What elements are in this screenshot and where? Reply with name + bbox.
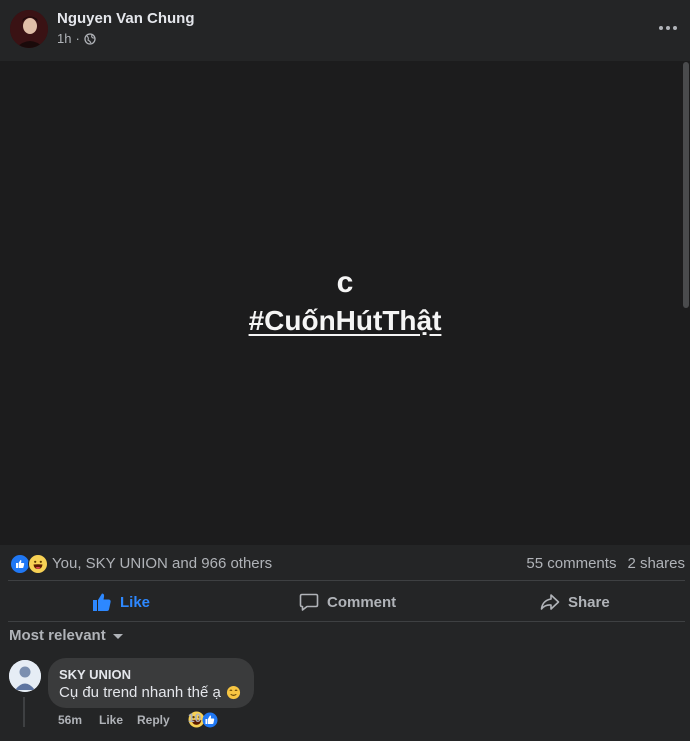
divider-top: [8, 580, 685, 581]
more-icon: [659, 26, 663, 30]
smile-emoji-icon: [226, 685, 240, 700]
post-content: c #CuốnHútThật: [0, 61, 690, 545]
comment-author[interactable]: SKY UNION: [59, 667, 131, 682]
author-avatar[interactable]: [10, 10, 48, 48]
comment-label: Comment: [327, 593, 397, 611]
comment-sort-dropdown[interactable]: Most relevant: [9, 627, 124, 644]
comment-reactions[interactable]: 10: [188, 711, 218, 728]
more-options-button[interactable]: [656, 18, 680, 38]
commenter-avatar[interactable]: [9, 660, 41, 692]
comment-bubble: SKY UNION Cụ đu trend nhanh thế ạ: [48, 658, 254, 708]
caret-down-icon: [112, 633, 123, 639]
shares-count[interactable]: 2 shares: [627, 555, 685, 572]
comment-reply-button[interactable]: Reply: [137, 713, 170, 727]
share-button[interactable]: Share: [540, 583, 610, 621]
comment-time[interactable]: 56m: [58, 713, 82, 727]
reaction-icons[interactable]: [10, 554, 48, 574]
post-header: Nguyen Van Chung 1h ·: [0, 0, 690, 60]
comment-icon: [299, 593, 319, 611]
thumbs-up-icon: [93, 593, 111, 611]
reactions-summary[interactable]: You, SKY UNION and 966 others: [52, 555, 272, 572]
comment-like-button[interactable]: Like: [99, 713, 123, 727]
post-body-text: c: [336, 266, 354, 299]
post-meta: 1h ·: [57, 31, 96, 46]
comment-text: Cụ đu trend nhanh thế ạ: [59, 684, 221, 701]
comment-reaction-count: 10: [188, 711, 202, 725]
scrollbar[interactable]: [683, 62, 689, 308]
share-label: Share: [568, 593, 610, 611]
comment-thread-line: [23, 697, 25, 727]
like-button[interactable]: Like: [92, 583, 150, 621]
post-actions: Like Comment Share: [8, 583, 685, 621]
meta-separator: ·: [75, 31, 80, 46]
globe-icon: [84, 32, 96, 45]
like-reaction-icon: [10, 554, 30, 574]
post-hashtag[interactable]: #CuốnHútThật: [0, 305, 690, 337]
stats-counts: 55 comments 2 shares: [526, 555, 685, 572]
share-icon: [540, 594, 560, 610]
comment-button[interactable]: Comment: [299, 583, 396, 621]
haha-reaction-icon: [28, 554, 48, 574]
like-label: Like: [120, 593, 151, 611]
commenter-avatar-image: [9, 660, 41, 692]
author-name[interactable]: Nguyen Van Chung: [57, 10, 195, 27]
divider-bottom: [8, 621, 685, 622]
comment-text-row: Cụ đu trend nhanh thế ạ: [59, 684, 241, 701]
like-reaction-icon: [202, 712, 218, 727]
post-stats: You, SKY UNION and 966 others 55 comment…: [10, 552, 685, 576]
post-time[interactable]: 1h: [57, 31, 71, 46]
avatar-image: [10, 10, 48, 48]
comments-count[interactable]: 55 comments: [526, 555, 616, 572]
comment-sort-label: Most relevant: [9, 627, 106, 644]
